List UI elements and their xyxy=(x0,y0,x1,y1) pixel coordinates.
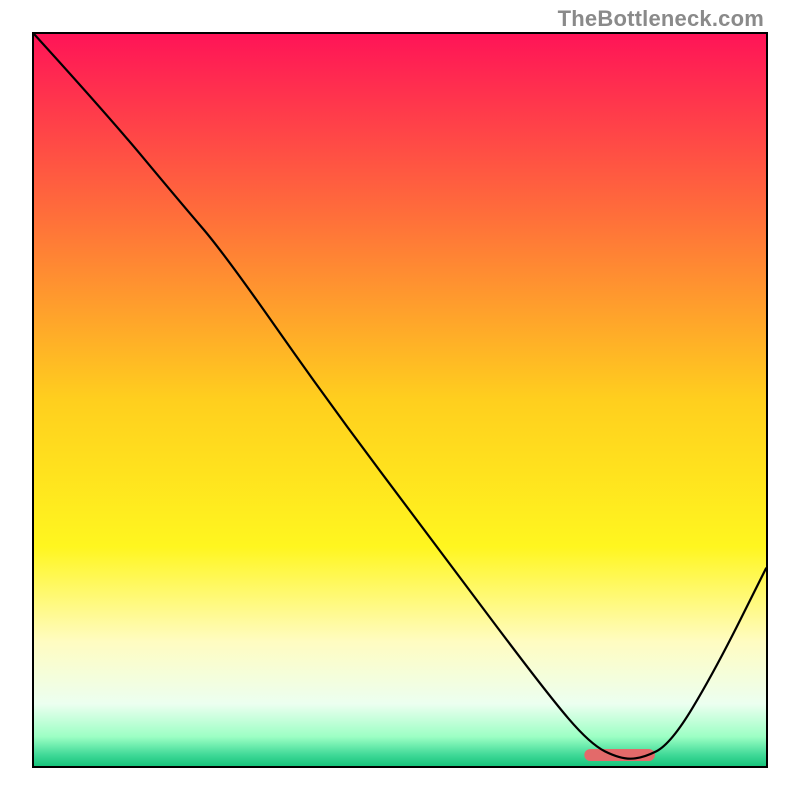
plot-svg xyxy=(34,34,766,766)
chart-frame: TheBottleneck.com xyxy=(0,0,800,800)
plot-area xyxy=(32,32,768,768)
gradient-background xyxy=(34,34,766,766)
watermark-text: TheBottleneck.com xyxy=(558,6,764,32)
